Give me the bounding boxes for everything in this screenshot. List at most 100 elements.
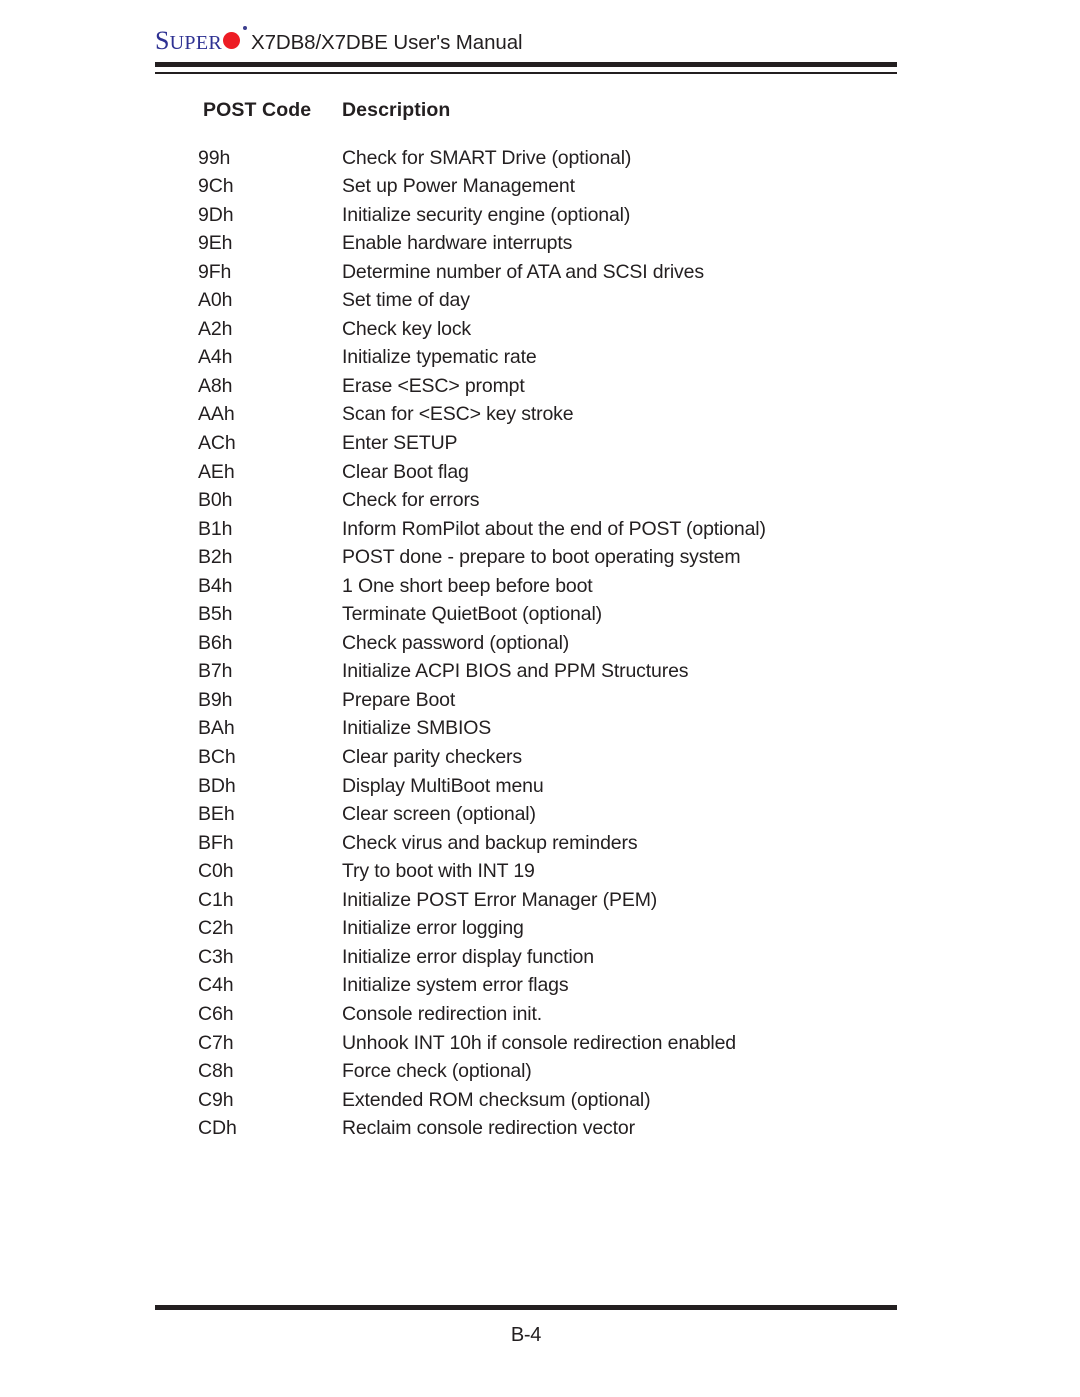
table-row: B7h Initialize ACPI BIOS and PPM Structur…	[198, 657, 942, 686]
table-row: 99h Check for SMART Drive (optional)	[198, 144, 942, 173]
cell-description: Force check (optional)	[342, 1060, 532, 1083]
table-row: C3h Initialize error display function	[198, 943, 942, 972]
cell-description: Set time of day	[342, 289, 470, 312]
page-number: B-4	[510, 1324, 542, 1346]
table-header: POST Code Description	[198, 96, 942, 144]
cell-post-code: C7h	[198, 1031, 234, 1054]
cell-description: Initialize error logging	[342, 917, 524, 940]
cell-post-code: 9Eh	[198, 232, 233, 255]
table-row: B4h 1 One short beep before boot	[198, 572, 942, 601]
page-title: X7DB8/X7DBE User's Manual	[251, 31, 523, 54]
cell-description: Scan for <ESC> key stroke	[342, 403, 574, 426]
header-title-line: S UPER X7DB8/X7DBE User's Manual	[155, 26, 897, 58]
logo-letter-s: S	[155, 26, 170, 55]
cell-description: Initialize POST Error Manager (PEM)	[342, 888, 658, 911]
cell-post-code: 9Dh	[198, 203, 234, 226]
cell-description: Extended ROM checksum (optional)	[342, 1088, 651, 1111]
cell-post-code: CDh	[198, 1117, 237, 1140]
cell-post-code: A2h	[198, 317, 233, 340]
cell-description: Initialize system error flags	[342, 974, 569, 997]
trademark-dot-icon	[243, 26, 247, 30]
table-row: A0h Set time of day	[198, 286, 942, 315]
table-row: B0h Check for errors	[198, 486, 942, 515]
cell-description: Inform RomPilot about the end of POST (o…	[342, 517, 766, 540]
table-row: C8h Force check (optional)	[198, 1057, 942, 1086]
cell-description: Check for errors	[342, 489, 480, 512]
red-circle-icon	[223, 26, 247, 49]
table-row: C0h Try to boot with INT 19	[198, 857, 942, 886]
header-rule-thick	[155, 62, 897, 67]
cell-post-code: B6h	[198, 631, 233, 654]
cell-description: Initialize typematic rate	[342, 346, 537, 369]
table-row: BDh Display MultiBoot menu	[198, 772, 942, 801]
cell-description: Initialize error display function	[342, 945, 594, 968]
table-row: C4h Initialize system error flags	[198, 971, 942, 1000]
table-row: 9Eh Enable hardware interrupts	[198, 229, 942, 258]
cell-post-code: B2h	[198, 546, 233, 569]
cell-post-code: A4h	[198, 346, 233, 369]
cell-description: Clear parity checkers	[342, 746, 522, 769]
table-row: B6h Check password (optional)	[198, 629, 942, 658]
cell-description: Display MultiBoot menu	[342, 774, 544, 797]
cell-description: Try to boot with INT 19	[342, 860, 535, 883]
footer-rule	[155, 1305, 897, 1310]
table-row: C7h Unhook INT 10h if console redirection…	[198, 1029, 942, 1058]
cell-description: Check virus and backup reminders	[342, 831, 638, 854]
cell-description: 1 One short beep before boot	[342, 574, 593, 597]
cell-description: Terminate QuietBoot (optional)	[342, 603, 602, 626]
cell-description: Console redirection init.	[342, 1002, 543, 1025]
table-header-row: POST Code Description	[198, 96, 942, 144]
column-header-description: Description	[342, 99, 451, 121]
table-row: B5h Terminate QuietBoot (optional)	[198, 600, 942, 629]
cell-post-code: BAh	[198, 717, 235, 740]
post-code-table: POST Code Description 99h Check for SMART…	[198, 96, 942, 1143]
table-row: B9h Prepare Boot	[198, 686, 942, 715]
cell-description: Check password (optional)	[342, 631, 570, 654]
table-row: C6h Console redirection init.	[198, 1000, 942, 1029]
table-row: B2h POST done - prepare to boot operating…	[198, 543, 942, 572]
table-row: 9Ch Set up Power Management	[198, 172, 942, 201]
cell-post-code: B1h	[198, 517, 233, 540]
cell-post-code: B4h	[198, 574, 233, 597]
logo-letters-uper: UPER	[169, 32, 222, 54]
table-row: ACh Enter SETUP	[198, 429, 942, 458]
supermicro-logo: S UPER	[155, 26, 247, 56]
cell-post-code: C3h	[198, 945, 234, 968]
table-row: C9h Extended ROM checksum (optional)	[198, 1086, 942, 1115]
table-row: A4h Initialize typematic rate	[198, 343, 942, 372]
table-row: 9Dh Initialize security engine (optional)	[198, 201, 942, 230]
cell-post-code: 9Fh	[198, 260, 232, 283]
cell-description: Reclaim console redirection vector	[342, 1117, 635, 1140]
cell-description: Set up Power Management	[342, 175, 575, 198]
table-row: BFh Check virus and backup reminders	[198, 829, 942, 858]
cell-description: Unhook INT 10h if console redirection en…	[342, 1031, 736, 1054]
cell-post-code: ACh	[198, 432, 236, 455]
cell-post-code: C2h	[198, 917, 234, 940]
table-row: BAh Initialize SMBIOS	[198, 714, 942, 743]
cell-post-code: B7h	[198, 660, 233, 683]
table-row: AEh Clear Boot flag	[198, 458, 942, 487]
cell-post-code: BCh	[198, 746, 236, 769]
cell-post-code: A0h	[198, 289, 233, 312]
cell-post-code: C0h	[198, 860, 234, 883]
cell-post-code: AAh	[198, 403, 235, 426]
table-row: BEh Clear screen (optional)	[198, 800, 942, 829]
cell-description: Erase <ESC> prompt	[342, 374, 525, 397]
post-code-table-container: POST Code Description 99h Check for SMART…	[0, 96, 1080, 1143]
cell-post-code: AEh	[198, 460, 235, 483]
cell-description: Check key lock	[342, 317, 472, 340]
cell-description: Check for SMART Drive (optional)	[342, 146, 632, 169]
table-row: A2h Check key lock	[198, 315, 942, 344]
cell-post-code: C4h	[198, 974, 234, 997]
table-row: CDh Reclaim console redirection vector	[198, 1114, 942, 1143]
cell-post-code: C1h	[198, 888, 234, 911]
cell-post-code: B0h	[198, 489, 233, 512]
cell-post-code: BEh	[198, 803, 235, 826]
cell-description: POST done - prepare to boot operating sy…	[342, 546, 741, 569]
table-row: B1h Inform RomPilot about the end of POST…	[198, 515, 942, 544]
cell-description: Initialize SMBIOS	[342, 717, 492, 740]
cell-post-code: C8h	[198, 1060, 234, 1083]
cell-description: Initialize security engine (optional)	[342, 203, 631, 226]
cell-post-code: C6h	[198, 1002, 234, 1025]
header-rule-thin	[155, 72, 897, 74]
